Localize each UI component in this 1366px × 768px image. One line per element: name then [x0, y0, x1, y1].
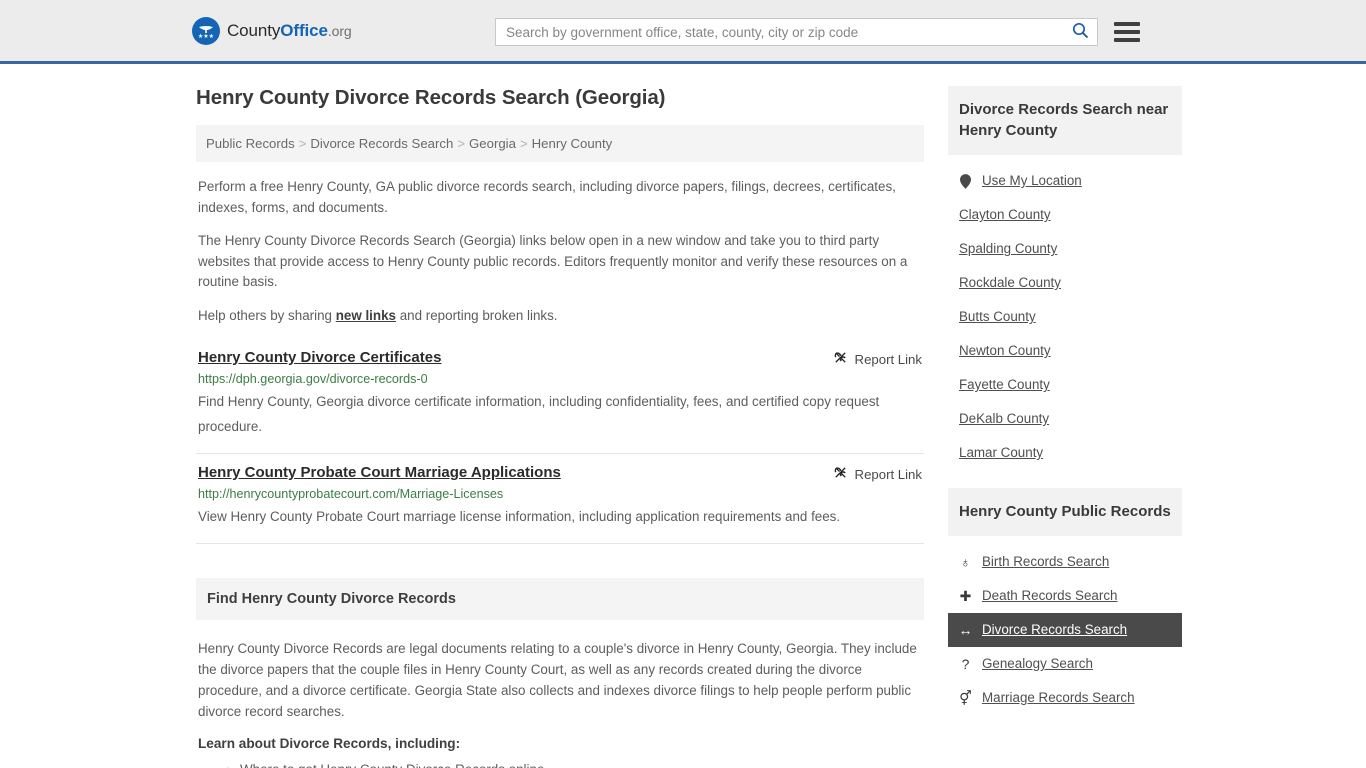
report-link-button[interactable]: Report Link	[833, 348, 922, 368]
sidebar-item-butts-county[interactable]: Butts County	[948, 300, 1182, 334]
map-pin-icon	[958, 173, 973, 189]
search-input[interactable]	[506, 24, 1070, 40]
breadcrumb-separator: >	[457, 136, 466, 151]
logo-text-org: .org	[327, 22, 352, 39]
page-title: Henry County Divorce Records Search (Geo…	[196, 86, 666, 109]
logo-text-county: County	[227, 20, 281, 40]
result-header: Henry County Divorce Certificates Report…	[198, 348, 922, 368]
new-links-link[interactable]: new links	[336, 308, 396, 323]
sidebar-item-label: Butts County	[959, 309, 1036, 324]
nearby-counties-list: Use My Location Clayton County Spalding …	[948, 155, 1182, 470]
list-item: Where to get Henry County Divorce Record…	[226, 760, 922, 768]
learn-list: Where to get Henry County Divorce Record…	[198, 760, 922, 768]
sidebar-item-genealogy-search[interactable]: ? Genealogy Search	[948, 647, 1182, 681]
breadcrumb-item-divorce-records-search[interactable]: Divorce Records Search	[310, 136, 453, 151]
sidebar-item-label: Lamar County	[959, 445, 1044, 460]
sidebar-item-lamar-county[interactable]: Lamar County	[948, 436, 1182, 470]
result-title-link[interactable]: Henry County Divorce Certificates	[198, 348, 441, 368]
sidebar-item-label: Divorce Records Search	[982, 622, 1128, 637]
nearby-counties-card: Divorce Records Search near Henry County…	[948, 86, 1182, 470]
sidebar-item-rockdale-county[interactable]: Rockdale County	[948, 266, 1182, 300]
breadcrumb-separator: >	[519, 136, 528, 151]
breadcrumb-item-public-records[interactable]: Public Records	[206, 136, 295, 151]
result-description: Find Henry County, Georgia divorce certi…	[198, 394, 880, 434]
public-records-list: ♁ Birth Records Search ✚ Death Records S…	[948, 536, 1182, 715]
help-text-before: Help others by sharing	[198, 307, 336, 323]
breadcrumb-item-henry-county[interactable]: Henry County	[532, 136, 613, 151]
report-link-label: Report Link	[854, 466, 922, 482]
hamburger-menu-icon[interactable]	[1114, 22, 1140, 42]
help-paragraph: Help others by sharing new links and rep…	[196, 306, 924, 327]
site-header: ★★★ CountyOffice.org	[0, 0, 1366, 64]
gender-symbols-icon: ⚥	[959, 689, 972, 706]
sidebar-item-birth-records-search[interactable]: ♁ Birth Records Search	[948, 545, 1182, 579]
broken-link-icon	[833, 350, 848, 368]
sidebar-item-marriage-records-search[interactable]: ⚥ Marriage Records Search	[948, 681, 1182, 715]
main-content: Henry County Divorce Records Search (Geo…	[196, 86, 924, 768]
intro-paragraph-1: Perform a free Henry County, GA public d…	[198, 179, 896, 215]
sidebar-item-label: Spalding County	[959, 241, 1058, 256]
result-item: Henry County Divorce Certificates Report…	[196, 339, 924, 454]
report-link-label: Report Link	[854, 351, 922, 367]
broken-link-icon	[833, 465, 848, 483]
nearby-counties-heading: Divorce Records Search near Henry County	[948, 86, 1182, 155]
report-link-button[interactable]: Report Link	[833, 463, 922, 483]
help-text-after: and reporting broken links.	[395, 307, 558, 323]
sidebar-item-clayton-county[interactable]: Clayton County	[948, 198, 1182, 232]
sidebar-item-label: Birth Records Search	[982, 554, 1110, 569]
svg-text:★★★: ★★★	[198, 33, 214, 40]
sidebar-item-use-my-location[interactable]: Use My Location	[948, 164, 1182, 198]
page-container: Henry County Divorce Records Search (Geo…	[0, 86, 1366, 768]
sidebar-item-fayette-county[interactable]: Fayette County	[948, 368, 1182, 402]
sidebar-item-label: Newton County	[959, 343, 1051, 358]
question-mark-icon: ?	[961, 656, 970, 672]
sidebar-item-newton-county[interactable]: Newton County	[948, 334, 1182, 368]
sidebar-item-label: Use My Location	[982, 173, 1082, 188]
sidebar-item-label: Clayton County	[959, 207, 1051, 222]
sidebar-item-spalding-county[interactable]: Spalding County	[948, 232, 1182, 266]
breadcrumb-item-georgia[interactable]: Georgia	[469, 136, 516, 151]
eagle-seal-icon: ★★★	[192, 16, 220, 45]
header-search	[495, 18, 1140, 46]
sidebar: Divorce Records Search near Henry County…	[948, 86, 1182, 768]
search-box[interactable]	[495, 18, 1098, 46]
sidebar-item-label: Rockdale County	[959, 275, 1061, 290]
sidebar-item-label: DeKalb County	[959, 411, 1050, 426]
logo-text-office: Office	[280, 20, 328, 40]
learn-heading: Learn about Divorce Records, including:	[198, 736, 461, 751]
sidebar-item-label: Genealogy Search	[982, 656, 1093, 671]
result-url[interactable]: https://dph.georgia.gov/divorce-records-…	[198, 371, 922, 388]
site-logo[interactable]: ★★★ CountyOffice.org	[192, 16, 352, 45]
sidebar-item-label: Marriage Records Search	[982, 690, 1135, 705]
double-arrow-icon: ↔	[958, 622, 973, 638]
sidebar-item-divorce-records-search[interactable]: ↔ Divorce Records Search	[948, 613, 1182, 647]
sidebar-item-label: Fayette County	[959, 377, 1050, 392]
logo-text: CountyOffice.org	[227, 21, 352, 41]
search-button[interactable]	[1070, 22, 1091, 42]
breadcrumb-separator: >	[298, 136, 307, 151]
result-title-link[interactable]: Henry County Probate Court Marriage Appl…	[198, 463, 561, 483]
result-header: Henry County Probate Court Marriage Appl…	[198, 463, 922, 483]
public-records-heading: Henry County Public Records	[948, 488, 1182, 536]
intro-paragraph-2: The Henry County Divorce Records Search …	[198, 233, 908, 289]
result-url[interactable]: http://henrycountyprobatecourt.com/Marri…	[198, 486, 922, 503]
section-heading: Find Henry County Divorce Records	[196, 578, 924, 620]
result-item: Henry County Probate Court Marriage Appl…	[196, 454, 924, 544]
search-icon	[1072, 22, 1089, 42]
cross-icon: ✚	[959, 587, 972, 604]
sidebar-item-dekalb-county[interactable]: DeKalb County	[948, 402, 1182, 436]
result-description: View Henry County Probate Court marriage…	[198, 509, 841, 524]
public-records-card: Henry County Public Records ♁ Birth Reco…	[948, 488, 1182, 715]
sidebar-item-label: Death Records Search	[982, 588, 1118, 603]
section-paragraph: Henry County Divorce Records are legal d…	[198, 641, 917, 719]
breadcrumb: Public Records > Divorce Records Search > Ge…	[196, 125, 924, 162]
baby-icon: ♁	[960, 554, 971, 570]
section-body: Henry County Divorce Records are legal d…	[196, 620, 924, 768]
sidebar-item-death-records-search[interactable]: ✚ Death Records Search	[948, 579, 1182, 613]
